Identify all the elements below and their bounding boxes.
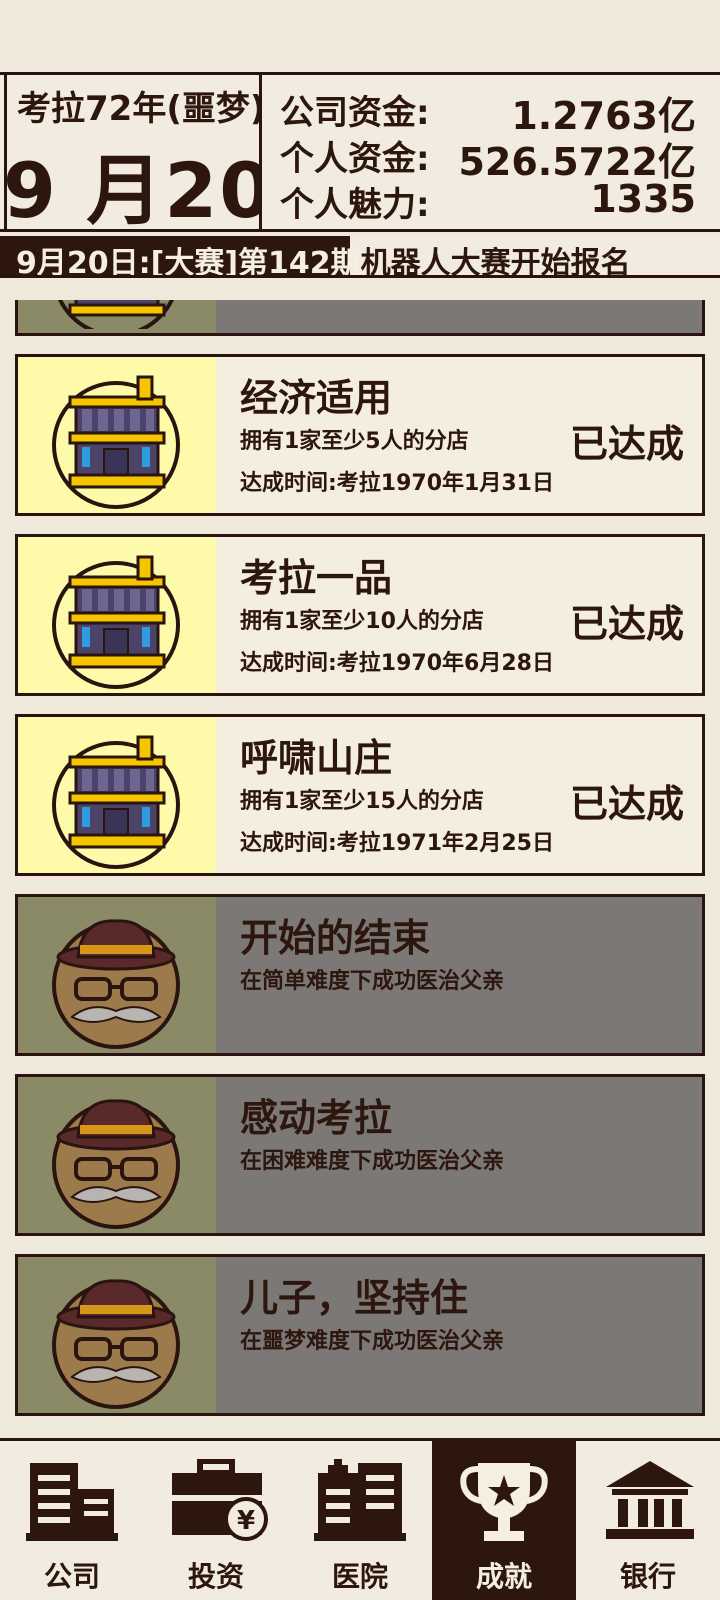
achievement-card[interactable]: 经济适用 拥有1家至少5人的分店 达成时间:考拉1970年1月31日 已达成 (15, 354, 705, 516)
achievement-title: 考拉一品 (240, 556, 393, 600)
era-label: 考拉72年(噩梦) (17, 89, 262, 129)
bottom-nav: 公司 ¥ 投资 医院 成就 银行 (0, 1438, 720, 1600)
achievement-time: 达成时间:考拉1971年2月25日 (240, 831, 554, 856)
charisma-label: 个人魅力: (280, 185, 430, 225)
building-icon (52, 735, 180, 869)
achievement-title: 呼啸山庄 (240, 736, 393, 780)
father-icon (52, 1279, 180, 1409)
achievement-card-partial (15, 300, 705, 336)
achievement-title: 开始的结束 (240, 916, 431, 960)
building-icon (52, 375, 180, 509)
briefcase-yen-icon: ¥ (172, 1459, 268, 1541)
ticker-rest: 机器人大赛开始报名 (360, 246, 631, 278)
tab-hospital-label: 医院 (331, 1560, 388, 1593)
bank-icon (606, 1461, 694, 1539)
achievement-desc: 在简单难度下成功医治父亲 (240, 969, 505, 994)
tab-invest[interactable]: ¥ 投资 (144, 1441, 288, 1600)
hospital-icon (314, 1459, 406, 1541)
achievement-time: 达成时间:考拉1970年6月28日 (240, 651, 554, 676)
building-icon (57, 300, 175, 329)
achievement-status: 已达成 (569, 602, 684, 646)
achievement-title: 儿子，坚持住 (240, 1276, 469, 1320)
achievement-desc: 在噩梦难度下成功医治父亲 (240, 1329, 505, 1354)
achievement-desc: 在困难难度下成功医治父亲 (240, 1149, 505, 1174)
achievement-card-locked[interactable]: 开始的结束 在简单难度下成功医治父亲 (15, 894, 705, 1056)
achievement-status: 已达成 (569, 422, 684, 466)
ticker-text: 9月20日:[大赛]第142期机器人大赛开始报名 (16, 238, 631, 278)
achievement-title: 经济适用 (240, 376, 393, 420)
achievement-card-locked[interactable]: 感动考拉 在困难难度下成功医治父亲 (15, 1074, 705, 1236)
date-box: 考拉72年(噩梦) 9 月20日 (4, 75, 262, 229)
achievement-status: 已达成 (569, 782, 684, 826)
achievement-title: 感动考拉 (240, 1096, 393, 1140)
tab-achievements-label: 成就 (475, 1560, 532, 1593)
personal-funds-row: 个人资金: 526.5722亿 (280, 131, 696, 184)
trophy-icon (460, 1463, 548, 1541)
stats-panel: 公司资金: 1.2763亿 个人资金: 526.5722亿 个人魅力: 1335 (266, 75, 716, 229)
personal-funds-label: 个人资金: (280, 139, 430, 179)
header: 考拉72年(噩梦) 9 月20日 公司资金: 1.2763亿 个人资金: 526… (0, 72, 720, 232)
tab-hospital[interactable]: 医院 (288, 1441, 432, 1600)
achievement-card-locked[interactable]: 儿子，坚持住 在噩梦难度下成功医治父亲 (15, 1254, 705, 1416)
achievement-desc: 拥有1家至少5人的分店 (240, 429, 469, 454)
tab-company[interactable]: 公司 (0, 1441, 144, 1600)
company-icon (26, 1463, 118, 1541)
father-icon (52, 919, 180, 1049)
achievement-card[interactable]: 考拉一品 拥有1家至少10人的分店 达成时间:考拉1970年6月28日 已达成 (15, 534, 705, 696)
charisma-value: 1335 (590, 177, 696, 221)
tab-achievements[interactable]: 成就 (432, 1441, 576, 1600)
company-funds-label: 公司资金: (280, 93, 430, 133)
achievement-time: 达成时间:考拉1970年1月31日 (240, 471, 554, 496)
ticker-prefix: 9月20日:[大赛]第142期 (16, 246, 361, 278)
company-funds-row: 公司资金: 1.2763亿 (280, 85, 696, 138)
tab-company-label: 公司 (43, 1560, 100, 1593)
achievement-desc: 拥有1家至少15人的分店 (240, 789, 484, 814)
current-date: 9 月20日 (4, 146, 259, 229)
news-ticker: 9月20日:[大赛]第142期机器人大赛开始报名 (0, 236, 720, 278)
achievement-list[interactable]: 经济适用 拥有1家至少5人的分店 达成时间:考拉1970年1月31日 已达成 考… (0, 300, 720, 1440)
tab-bank-label: 银行 (619, 1560, 676, 1593)
father-icon (52, 1099, 180, 1229)
tab-bank[interactable]: 银行 (576, 1441, 720, 1600)
achievement-card[interactable]: 呼啸山庄 拥有1家至少15人的分店 达成时间:考拉1971年2月25日 已达成 (15, 714, 705, 876)
svg-text:¥: ¥ (237, 1506, 255, 1536)
charisma-row: 个人魅力: 1335 (280, 177, 696, 225)
achievement-desc: 拥有1家至少10人的分店 (240, 609, 484, 634)
building-icon (52, 555, 180, 689)
tab-invest-label: 投资 (187, 1560, 244, 1593)
